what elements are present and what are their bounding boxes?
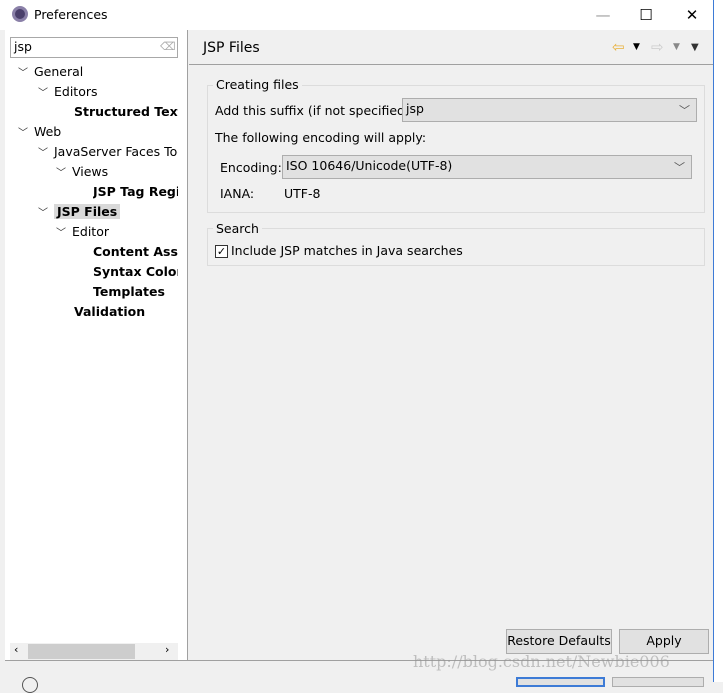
suffix-value: jsp xyxy=(406,101,424,116)
tree-item-label: JSP Files xyxy=(53,204,121,219)
apply-and-close-button[interactable] xyxy=(516,677,605,687)
tree-item-label: Views xyxy=(71,164,109,179)
chevron-down-icon[interactable]: ﹀ xyxy=(18,124,30,139)
tree-item-label: General xyxy=(33,64,84,79)
encoding-note: The following encoding will apply: xyxy=(215,130,427,145)
creating-files-legend: Creating files xyxy=(213,77,302,92)
chevron-down-icon[interactable]: ﹀ xyxy=(18,64,30,79)
tree-item-label: Editors xyxy=(53,84,98,99)
encoding-value: ISO 10646/Unicode(UTF-8) xyxy=(286,158,453,173)
suffix-combo[interactable]: jsp ﹀ xyxy=(402,98,697,122)
tree-item[interactable]: ﹀ Editors xyxy=(38,84,178,104)
scrollbar-thumb[interactable] xyxy=(28,644,135,659)
tree-item[interactable]: JSP Tag Regis xyxy=(93,184,178,204)
chevron-down-icon[interactable]: ﹀ xyxy=(56,164,68,179)
help-icon[interactable] xyxy=(22,677,38,693)
tree-item[interactable]: ﹀ Editor xyxy=(56,224,178,244)
tree-item[interactable]: ﹀ Views xyxy=(56,164,178,184)
tree-item-label: Syntax Colorin xyxy=(93,264,178,279)
tree-item[interactable]: Structured Text E xyxy=(74,104,178,124)
tree-item-label: Structured Text E xyxy=(74,104,178,119)
chevron-down-icon: ﹀ xyxy=(679,104,690,117)
tree-item[interactable]: Validation xyxy=(74,304,178,324)
tree-item[interactable]: ﹀ Web xyxy=(18,124,178,144)
iana-value: UTF-8 xyxy=(284,186,321,201)
chevron-down-icon[interactable]: ﹀ xyxy=(56,224,68,239)
forward-history-dropdown-icon[interactable]: ▼ xyxy=(673,42,680,52)
tree-item-label: Web xyxy=(33,124,62,139)
iana-label: IANA: xyxy=(220,186,255,201)
restore-defaults-button[interactable]: Restore Defaults xyxy=(506,629,612,654)
tree-item-label: Templates xyxy=(93,284,165,299)
chevron-down-icon[interactable]: ﹀ xyxy=(38,84,50,99)
apply-button[interactable]: Apply xyxy=(619,629,709,654)
chevron-down-icon[interactable]: ﹀ xyxy=(38,144,50,159)
scroll-left-icon[interactable]: ‹ xyxy=(14,643,18,656)
tree-item-label: JavaServer Faces Too xyxy=(53,144,178,159)
chevron-down-icon[interactable]: ﹀ xyxy=(38,204,50,219)
tree-item-label: Editor xyxy=(71,224,109,239)
scroll-right-icon[interactable]: › xyxy=(165,643,169,656)
suffix-label: Add this suffix (if not specified): xyxy=(215,103,415,118)
filter-input[interactable]: jsp xyxy=(10,37,178,58)
tree-item[interactable]: Syntax Colorin xyxy=(93,264,178,284)
encoding-combo[interactable]: ISO 10646/Unicode(UTF-8) ﹀ xyxy=(282,155,692,179)
watermark: http://blog.csdn.net/Newbie006 xyxy=(413,652,670,671)
encoding-label: Encoding: xyxy=(220,160,282,175)
clear-filter-icon[interactable]: ⌫ xyxy=(160,40,176,54)
tree-item[interactable]: Templates xyxy=(93,284,178,304)
minimize-button[interactable]: — xyxy=(588,4,618,26)
tree-item[interactable]: Content Assis xyxy=(93,244,178,264)
window-title: Preferences xyxy=(34,7,108,22)
search-legend: Search xyxy=(213,221,262,236)
include-jsp-matches-checkbox[interactable]: ✓ xyxy=(215,245,228,258)
tree-item[interactable]: ﹀ JavaServer Faces Too xyxy=(38,144,178,164)
background-window xyxy=(713,0,723,682)
back-history-dropdown-icon[interactable]: ▼ xyxy=(633,42,640,52)
page-title: JSP Files xyxy=(203,40,260,56)
forward-arrow-icon[interactable]: ⇨ xyxy=(651,38,664,56)
header-divider xyxy=(189,64,713,65)
eclipse-app-icon xyxy=(12,6,28,22)
maximize-button[interactable]: ☐ xyxy=(631,4,661,26)
view-menu-icon[interactable]: ▼ xyxy=(691,42,699,53)
chevron-down-icon: ﹀ xyxy=(674,161,685,174)
tree-item-label: Content Assis xyxy=(93,244,178,259)
close-button[interactable]: ✕ xyxy=(677,4,707,26)
tree-item-label: Validation xyxy=(74,304,146,319)
back-arrow-icon[interactable]: ⇦ xyxy=(612,38,625,56)
tree-item[interactable]: ﹀ JSP Files xyxy=(38,204,178,224)
cancel-button[interactable] xyxy=(612,677,704,687)
include-jsp-matches-label[interactable]: Include JSP matches in Java searches xyxy=(231,243,463,258)
tree-item-label: JSP Tag Regis xyxy=(93,184,178,199)
tree-item[interactable]: ﹀ General xyxy=(18,64,178,84)
